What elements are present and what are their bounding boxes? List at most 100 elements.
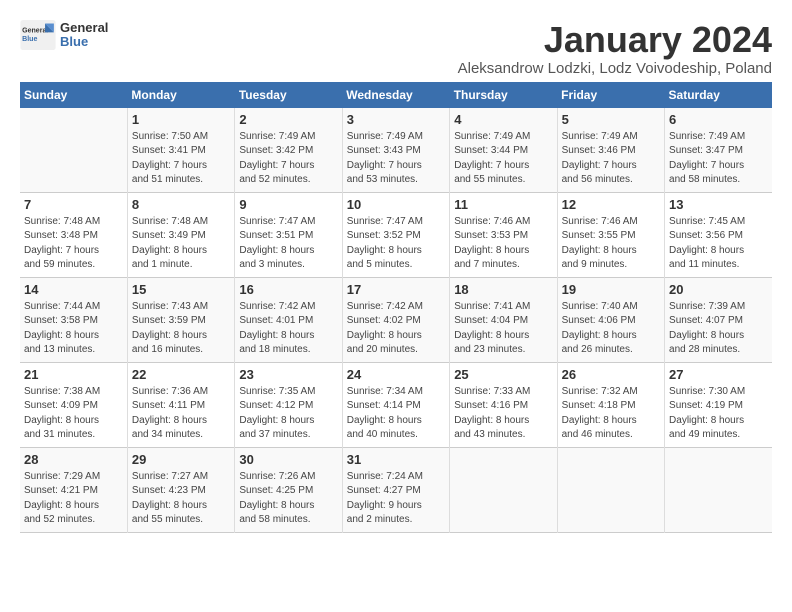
calendar-cell: 11Sunrise: 7:46 AM Sunset: 3:53 PM Dayli… bbox=[450, 192, 557, 277]
day-number: 29 bbox=[132, 452, 230, 467]
day-number: 26 bbox=[562, 367, 660, 382]
calendar-cell bbox=[20, 108, 127, 193]
day-number: 13 bbox=[669, 197, 768, 212]
day-info: Sunrise: 7:41 AM Sunset: 4:04 PM Dayligh… bbox=[454, 300, 552, 358]
calendar-cell bbox=[557, 447, 664, 532]
day-number: 22 bbox=[132, 367, 230, 382]
day-info: Sunrise: 7:44 AM Sunset: 3:58 PM Dayligh… bbox=[24, 300, 123, 358]
day-info: Sunrise: 7:39 AM Sunset: 4:07 PM Dayligh… bbox=[669, 300, 768, 358]
day-number: 14 bbox=[24, 282, 123, 297]
day-header-friday: Friday bbox=[557, 82, 664, 108]
day-number: 10 bbox=[347, 197, 445, 212]
day-info: Sunrise: 7:24 AM Sunset: 4:27 PM Dayligh… bbox=[347, 470, 445, 528]
calendar-cell: 10 Sunrise: 7:47 AM Sunset: 3:52 PM Dayli… bbox=[342, 192, 449, 277]
day-info: Sunrise: 7:36 AM Sunset: 4:11 PM Dayligh… bbox=[132, 385, 230, 443]
day-info: Sunrise: 7:26 AM Sunset: 4:25 PM Dayligh… bbox=[239, 470, 337, 528]
day-number: 1 bbox=[132, 112, 230, 127]
day-number: 16 bbox=[239, 282, 337, 297]
day-header-wednesday: Wednesday bbox=[342, 82, 449, 108]
calendar-cell: 6Sunrise: 7:49 AM Sunset: 3:47 PM Daylig… bbox=[665, 108, 772, 193]
day-info: Sunrise: 7:30 AM Sunset: 4:19 PM Dayligh… bbox=[669, 385, 768, 443]
title-block: January 2024 Aleksandrow Lodzki, Lodz Vo… bbox=[458, 20, 772, 77]
day-number: 21 bbox=[24, 367, 123, 382]
calendar-title: January 2024 bbox=[458, 20, 772, 60]
header-row: SundayMondayTuesdayWednesdayThursdayFrid… bbox=[20, 82, 772, 108]
day-info: Sunrise: 7:29 AM Sunset: 4:21 PM Dayligh… bbox=[24, 470, 123, 528]
calendar-cell: 23 Sunrise: 7:35 AM Sunset: 4:12 PM Dayli… bbox=[235, 362, 342, 447]
day-number: 9 bbox=[239, 197, 337, 212]
calendar-cell: 7 Sunrise: 7:48 AM Sunset: 3:48 PM Daylig… bbox=[20, 192, 127, 277]
day-info: Sunrise: 7:50 AM Sunset: 3:41 PM Dayligh… bbox=[132, 130, 230, 188]
calendar-cell: 19 Sunrise: 7:40 AM Sunset: 4:06 PM Dayli… bbox=[557, 277, 664, 362]
day-header-saturday: Saturday bbox=[665, 82, 772, 108]
day-info: Sunrise: 7:42 AM Sunset: 4:02 PM Dayligh… bbox=[347, 300, 445, 358]
calendar-cell: 2 Sunrise: 7:49 AM Sunset: 3:42 PM Daylig… bbox=[235, 108, 342, 193]
day-info: Sunrise: 7:49 AM Sunset: 3:42 PM Dayligh… bbox=[239, 130, 337, 188]
calendar-cell: 27 Sunrise: 7:30 AM Sunset: 4:19 PM Dayli… bbox=[665, 362, 772, 447]
day-number: 23 bbox=[239, 367, 337, 382]
calendar-cell: 13 Sunrise: 7:45 AM Sunset: 3:56 PM Dayli… bbox=[665, 192, 772, 277]
day-info: Sunrise: 7:40 AM Sunset: 4:06 PM Dayligh… bbox=[562, 300, 660, 358]
day-header-monday: Monday bbox=[127, 82, 234, 108]
week-row-5: 28Sunrise: 7:29 AM Sunset: 4:21 PM Dayli… bbox=[20, 447, 772, 532]
svg-text:General: General bbox=[22, 27, 48, 34]
day-info: Sunrise: 7:48 AM Sunset: 3:49 PM Dayligh… bbox=[132, 215, 230, 273]
calendar-cell: 15 Sunrise: 7:43 AM Sunset: 3:59 PM Dayli… bbox=[127, 277, 234, 362]
calendar-cell: 24 Sunrise: 7:34 AM Sunset: 4:14 PM Dayli… bbox=[342, 362, 449, 447]
day-number: 11 bbox=[454, 197, 552, 212]
calendar-cell: 17 Sunrise: 7:42 AM Sunset: 4:02 PM Dayli… bbox=[342, 277, 449, 362]
day-number: 15 bbox=[132, 282, 230, 297]
day-number: 24 bbox=[347, 367, 445, 382]
logo-text-line1: General bbox=[60, 21, 108, 35]
day-info: Sunrise: 7:45 AM Sunset: 3:56 PM Dayligh… bbox=[669, 215, 768, 273]
day-info: Sunrise: 7:38 AM Sunset: 4:09 PM Dayligh… bbox=[24, 385, 123, 443]
calendar-cell: 29 Sunrise: 7:27 AM Sunset: 4:23 PM Dayli… bbox=[127, 447, 234, 532]
day-number: 31 bbox=[347, 452, 445, 467]
logo-icon: General Blue bbox=[20, 20, 56, 50]
day-number: 18 bbox=[454, 282, 552, 297]
page-header: General Blue General Blue January 2024 A… bbox=[20, 20, 772, 77]
calendar-table: SundayMondayTuesdayWednesdayThursdayFrid… bbox=[20, 82, 772, 533]
calendar-cell: 18 Sunrise: 7:41 AM Sunset: 4:04 PM Dayli… bbox=[450, 277, 557, 362]
day-number: 19 bbox=[562, 282, 660, 297]
calendar-cell: 25Sunrise: 7:33 AM Sunset: 4:16 PM Dayli… bbox=[450, 362, 557, 447]
day-header-sunday: Sunday bbox=[20, 82, 127, 108]
day-number: 12 bbox=[562, 197, 660, 212]
day-number: 7 bbox=[24, 197, 123, 212]
day-number: 4 bbox=[454, 112, 552, 127]
day-info: Sunrise: 7:35 AM Sunset: 4:12 PM Dayligh… bbox=[239, 385, 337, 443]
calendar-cell: 8 Sunrise: 7:48 AM Sunset: 3:49 PM Daylig… bbox=[127, 192, 234, 277]
day-info: Sunrise: 7:42 AM Sunset: 4:01 PM Dayligh… bbox=[239, 300, 337, 358]
day-info: Sunrise: 7:49 AM Sunset: 3:46 PM Dayligh… bbox=[562, 130, 660, 188]
calendar-subtitle: Aleksandrow Lodzki, Lodz Voivodeship, Po… bbox=[458, 60, 772, 77]
calendar-cell: 31 Sunrise: 7:24 AM Sunset: 4:27 PM Dayli… bbox=[342, 447, 449, 532]
day-number: 6 bbox=[669, 112, 768, 127]
calendar-cell bbox=[450, 447, 557, 532]
day-info: Sunrise: 7:27 AM Sunset: 4:23 PM Dayligh… bbox=[132, 470, 230, 528]
day-number: 17 bbox=[347, 282, 445, 297]
logo-text-line2: Blue bbox=[60, 35, 108, 49]
day-number: 5 bbox=[562, 112, 660, 127]
day-info: Sunrise: 7:49 AM Sunset: 3:43 PM Dayligh… bbox=[347, 130, 445, 188]
calendar-cell: 12Sunrise: 7:46 AM Sunset: 3:55 PM Dayli… bbox=[557, 192, 664, 277]
day-number: 20 bbox=[669, 282, 768, 297]
week-row-3: 14 Sunrise: 7:44 AM Sunset: 3:58 PM Dayli… bbox=[20, 277, 772, 362]
calendar-cell: 20 Sunrise: 7:39 AM Sunset: 4:07 PM Dayli… bbox=[665, 277, 772, 362]
calendar-cell: 4Sunrise: 7:49 AM Sunset: 3:44 PM Daylig… bbox=[450, 108, 557, 193]
day-number: 3 bbox=[347, 112, 445, 127]
day-number: 27 bbox=[669, 367, 768, 382]
day-info: Sunrise: 7:34 AM Sunset: 4:14 PM Dayligh… bbox=[347, 385, 445, 443]
day-number: 2 bbox=[239, 112, 337, 127]
calendar-cell: 26Sunrise: 7:32 AM Sunset: 4:18 PM Dayli… bbox=[557, 362, 664, 447]
week-row-4: 21 Sunrise: 7:38 AM Sunset: 4:09 PM Dayli… bbox=[20, 362, 772, 447]
day-info: Sunrise: 7:47 AM Sunset: 3:52 PM Dayligh… bbox=[347, 215, 445, 273]
day-info: Sunrise: 7:48 AM Sunset: 3:48 PM Dayligh… bbox=[24, 215, 123, 273]
svg-text:Blue: Blue bbox=[22, 36, 37, 43]
day-number: 8 bbox=[132, 197, 230, 212]
day-header-thursday: Thursday bbox=[450, 82, 557, 108]
calendar-cell: 30 Sunrise: 7:26 AM Sunset: 4:25 PM Dayli… bbox=[235, 447, 342, 532]
day-info: Sunrise: 7:43 AM Sunset: 3:59 PM Dayligh… bbox=[132, 300, 230, 358]
calendar-cell: 3 Sunrise: 7:49 AM Sunset: 3:43 PM Daylig… bbox=[342, 108, 449, 193]
logo: General Blue General Blue bbox=[20, 20, 108, 50]
day-number: 30 bbox=[239, 452, 337, 467]
